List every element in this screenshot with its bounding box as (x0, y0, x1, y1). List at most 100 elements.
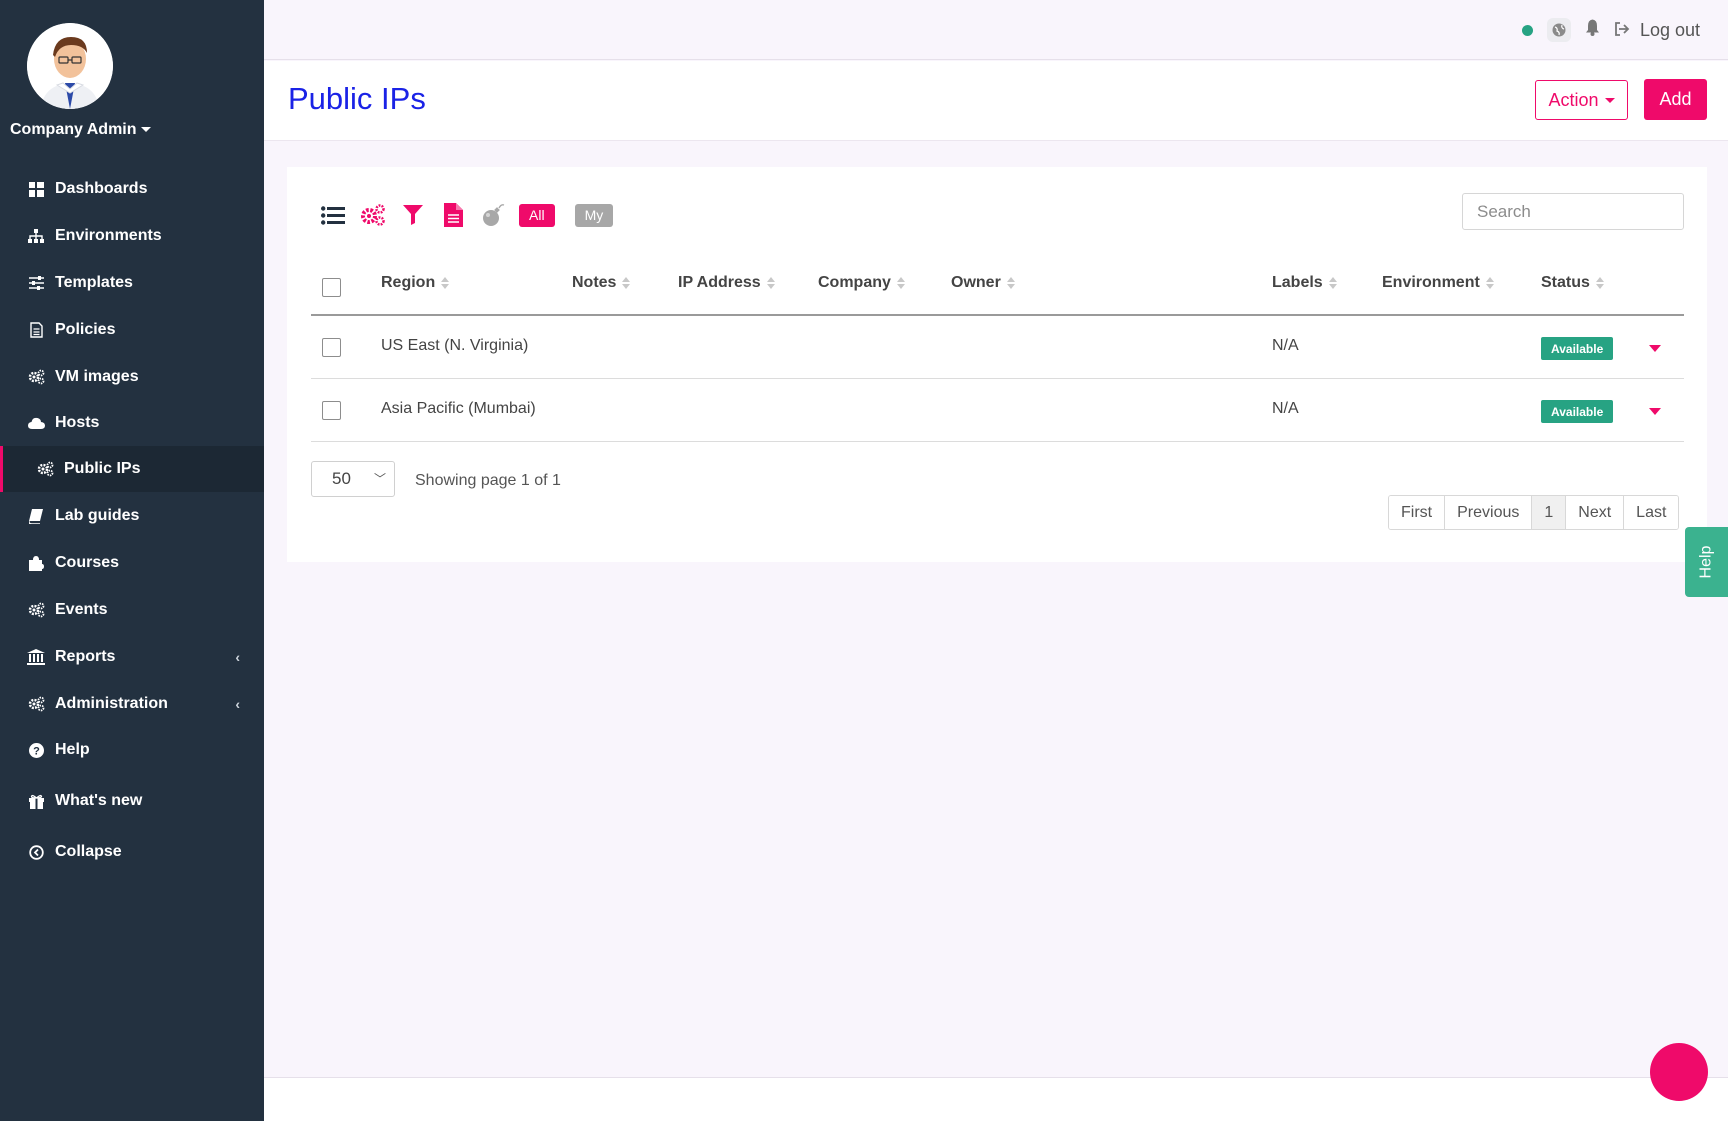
public-ips-table: Region Notes IP Address Company Owner La… (311, 258, 1684, 442)
search-input[interactable] (1462, 193, 1684, 230)
sidebar-item-administration[interactable]: Administration ‹ (0, 681, 264, 727)
pagination-status: Showing page 1 of 1 (415, 472, 561, 489)
sort-icon (441, 277, 450, 289)
list-icon[interactable] (319, 201, 347, 229)
sidebar-item-whats-new[interactable]: What's new (0, 778, 264, 824)
sidebar-item-label: Public IPs (64, 460, 141, 477)
sidebar-item-hosts[interactable]: Hosts (0, 400, 264, 446)
sidebar-item-label: Collapse (55, 843, 122, 860)
sidebar-item-label: What's new (55, 792, 143, 809)
sidebar-item-label: Environments (55, 227, 162, 244)
per-page-select[interactable]: 50 ﹀ (311, 461, 395, 497)
table-row[interactable]: Asia Pacific (Mumbai) N/A Available (311, 379, 1684, 442)
sort-icon (622, 277, 631, 289)
column-header-region[interactable]: Region (381, 274, 450, 292)
sort-icon (1328, 277, 1337, 289)
column-label: Company (818, 274, 891, 291)
sidebar: Company Admin Dashboards Environments Te… (0, 0, 264, 1121)
sidebar-item-environments[interactable]: Environments (0, 213, 264, 259)
cogs-icon (27, 368, 45, 386)
puzzle-icon (27, 554, 45, 572)
top-bar: Log out (264, 0, 1728, 60)
chat-launcher-button[interactable] (1650, 1043, 1708, 1101)
sidebar-item-events[interactable]: Events (0, 587, 264, 633)
table-row[interactable]: US East (N. Virginia) N/A Available (311, 316, 1684, 379)
status-badge: Available (1541, 400, 1614, 423)
pagination-page-current[interactable]: 1 (1532, 496, 1567, 529)
row-actions-caret-icon[interactable] (1649, 408, 1661, 415)
column-header-environment[interactable]: Environment (1382, 274, 1494, 292)
bomb-icon[interactable] (479, 201, 507, 229)
sidebar-item-help[interactable]: ? Help (0, 727, 264, 773)
sidebar-item-vm-images[interactable]: VM images (0, 354, 264, 400)
row-checkbox[interactable] (322, 401, 341, 420)
column-label: Owner (951, 274, 1001, 291)
page-title: Public IPs (288, 81, 426, 116)
cogs-icon (36, 460, 54, 478)
row-checkbox[interactable] (322, 338, 341, 357)
help-tab[interactable]: Help (1685, 527, 1728, 597)
pagination-previous[interactable]: Previous (1445, 496, 1533, 529)
cogs-icon (27, 695, 45, 713)
sidebar-item-label: Administration (55, 695, 168, 712)
book-icon (27, 507, 45, 525)
globe-icon[interactable] (1546, 18, 1571, 42)
column-header-company[interactable]: Company (818, 274, 905, 292)
sidebar-item-label: Hosts (55, 414, 100, 431)
cogs-icon[interactable] (359, 201, 387, 229)
sidebar-item-label: Courses (55, 554, 120, 571)
column-header-owner[interactable]: Owner (951, 274, 1015, 292)
help-tab-label: Help (1697, 545, 1715, 579)
user-name: Company Admin (10, 121, 137, 138)
cell-region: US East (N. Virginia) (381, 337, 529, 354)
sidebar-item-collapse[interactable]: Collapse (0, 829, 264, 875)
caret-down-icon (140, 127, 151, 133)
filter-icon[interactable] (399, 201, 427, 229)
cell-labels: N/A (1272, 400, 1299, 417)
sidebar-item-label: Events (55, 601, 108, 618)
add-button[interactable]: Add (1644, 79, 1707, 120)
footer (264, 1077, 1728, 1121)
pagination-next[interactable]: Next (1566, 496, 1625, 529)
column-label: Labels (1272, 274, 1323, 291)
sidebar-item-label: Lab guides (55, 507, 140, 524)
cogs-icon (27, 601, 45, 619)
table-toolbar: All My (319, 201, 633, 229)
column-header-labels[interactable]: Labels (1272, 274, 1337, 292)
sort-icon (1595, 277, 1604, 289)
row-actions-caret-icon[interactable] (1649, 345, 1661, 352)
pagination-last[interactable]: Last (1624, 496, 1679, 529)
sort-icon (1006, 277, 1015, 289)
logout-label: Log out (1639, 19, 1700, 40)
column-header-ip-address[interactable]: IP Address (678, 274, 775, 292)
sidebar-item-label: Policies (55, 321, 116, 338)
sidebar-item-templates[interactable]: Templates (0, 260, 264, 306)
chevron-left-icon: ‹ (235, 696, 240, 712)
table-header: Region Notes IP Address Company Owner La… (311, 258, 1684, 316)
column-header-notes[interactable]: Notes (572, 274, 631, 292)
cloud-icon (27, 414, 45, 432)
avatar[interactable] (27, 23, 113, 109)
top-bar-actions: Log out (1521, 18, 1700, 42)
sidebar-item-dashboards[interactable]: Dashboards (0, 166, 264, 212)
filter-my-chip[interactable]: My (574, 203, 614, 227)
column-header-status[interactable]: Status (1541, 274, 1604, 292)
action-button-label: Action (1548, 89, 1599, 110)
filter-all-chip[interactable]: All (519, 203, 555, 227)
sidebar-item-policies[interactable]: Policies (0, 307, 264, 353)
logout-link[interactable]: Log out (1614, 20, 1700, 41)
select-all-checkbox[interactable] (322, 278, 341, 297)
sidebar-item-courses[interactable]: Courses (0, 540, 264, 586)
export-document-icon[interactable] (439, 201, 467, 229)
sidebar-item-label: VM images (55, 368, 139, 385)
online-status-icon (1521, 24, 1533, 36)
user-menu[interactable]: Company Admin (10, 121, 151, 139)
action-dropdown-button[interactable]: Action (1535, 80, 1628, 120)
column-label: Status (1541, 274, 1590, 291)
pagination-first[interactable]: First (1389, 496, 1446, 529)
sidebar-item-public-ips[interactable]: Public IPs (0, 446, 264, 492)
sidebar-item-label: Dashboards (55, 180, 148, 197)
sidebar-item-lab-guides[interactable]: Lab guides (0, 493, 264, 539)
bell-icon[interactable] (1585, 19, 1600, 41)
sidebar-item-reports[interactable]: Reports ‹ (0, 634, 264, 680)
